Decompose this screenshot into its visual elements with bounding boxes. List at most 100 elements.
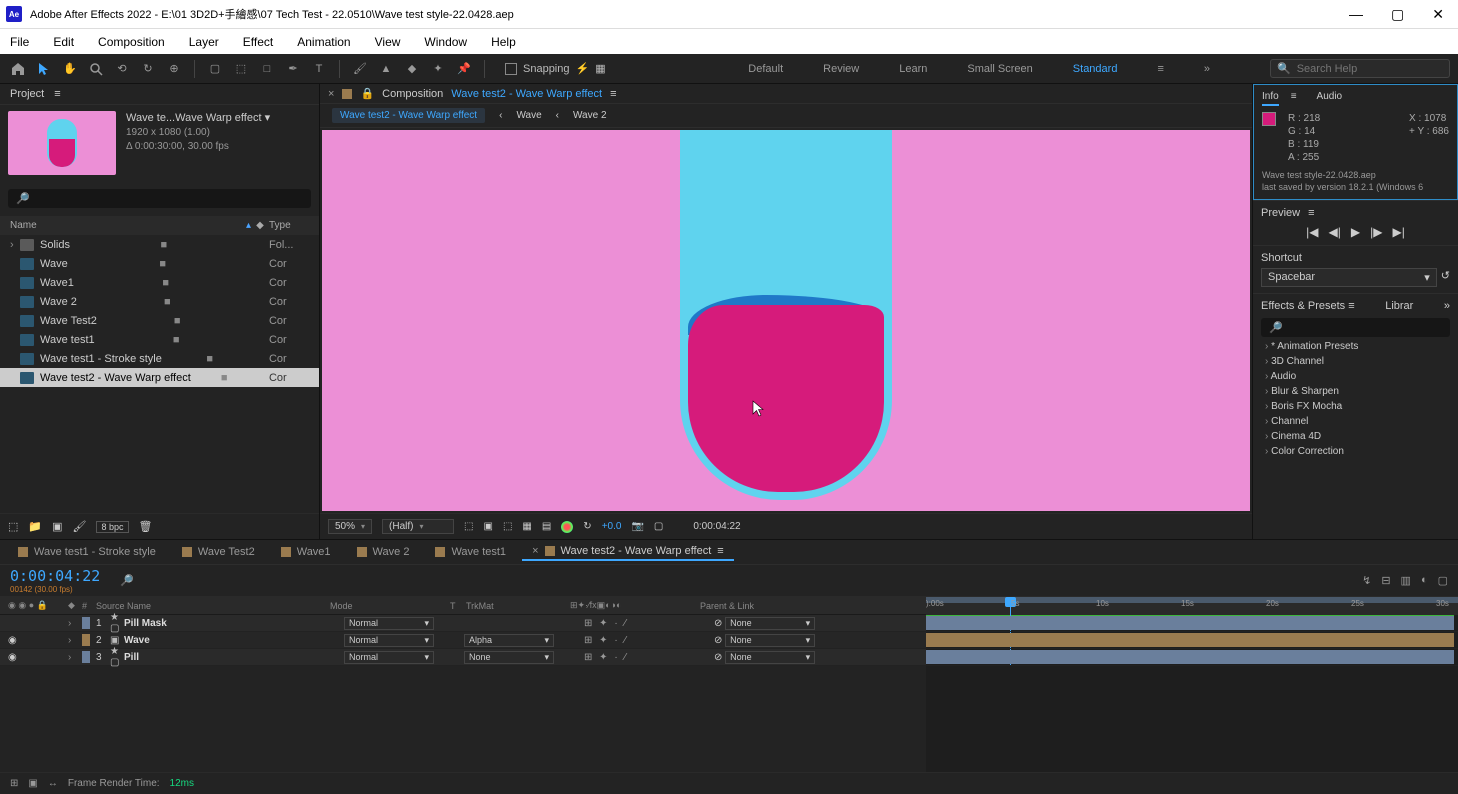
rect-shape-icon[interactable]: ⬚ (231, 59, 251, 79)
tl-motion-blur-icon[interactable]: ◐ (1421, 574, 1428, 587)
toggle-inout-icon[interactable]: ↔ (48, 778, 58, 789)
reset-exposure-icon[interactable]: ↻ (583, 521, 591, 532)
menu-animation[interactable]: Animation (297, 35, 350, 49)
selection-tool-icon[interactable] (34, 59, 54, 79)
menu-composition[interactable]: Composition (98, 35, 165, 49)
tl-frame-blend-icon[interactable]: ▥ (1401, 574, 1411, 587)
orbit-tool-icon[interactable]: ⟲ (112, 59, 132, 79)
col-mode[interactable]: Mode (330, 601, 450, 611)
zoom-tool-icon[interactable] (86, 59, 106, 79)
workspace-review[interactable]: Review (823, 63, 859, 75)
project-item[interactable]: Wave test1■Cor (0, 330, 319, 349)
tl-shy-icon[interactable]: ↯ (1362, 574, 1371, 587)
toggle-modes-icon[interactable]: ▣ (28, 778, 37, 789)
roto-brush-icon[interactable]: ✦ (428, 59, 448, 79)
grid-icon[interactable]: ▦ (522, 521, 531, 532)
snapshot-icon[interactable]: 📷 (631, 521, 643, 532)
type-tool-icon[interactable]: T (309, 59, 329, 79)
timeline-tab[interactable]: Wave test1 (425, 544, 516, 560)
timeline-tracks[interactable]: ):00s5s10s15s20s25s30s (926, 597, 1458, 772)
menu-help[interactable]: Help (491, 35, 516, 49)
project-item[interactable]: Wave Test2■Cor (0, 311, 319, 330)
rotate-tool-icon[interactable]: ↻ (138, 59, 158, 79)
project-item[interactable]: ›Solids■Fol... (0, 235, 319, 254)
effects-search[interactable]: 🔎 (1261, 318, 1450, 337)
zoom-dropdown[interactable]: 50%▾ (328, 519, 372, 534)
timeline-layer-row[interactable]: ◉›3★ ▢PillNormal▾None▾⊞ ✦ · ⁄⊘ None▾ (0, 649, 926, 666)
timeline-tab[interactable]: Wave1 (271, 544, 341, 560)
project-item[interactable]: Wave test2 - Wave Warp effect■Cor (0, 368, 319, 387)
home-icon[interactable] (8, 59, 28, 79)
timeline-tab[interactable]: Wave test1 - Stroke style (8, 544, 166, 560)
timeline-timecode[interactable]: 0:00:04:22 (10, 567, 100, 585)
timeline-ruler[interactable]: ):00s5s10s15s20s25s30s (926, 597, 1458, 615)
adjust-icon[interactable]: 🖌 (73, 520, 87, 533)
workspace-default[interactable]: Default (748, 63, 783, 75)
menu-edit[interactable]: Edit (53, 35, 74, 49)
effects-category[interactable]: Channel (1261, 414, 1450, 429)
effects-category[interactable]: Blur & Sharpen (1261, 384, 1450, 399)
guides-icon[interactable]: ▤ (542, 521, 551, 532)
snapping-options-icon[interactable]: ⚡ (576, 62, 590, 75)
composition-viewer[interactable] (322, 130, 1250, 511)
effects-category[interactable]: Boris FX Mocha (1261, 399, 1450, 414)
snapping-grid-icon[interactable]: ▦ (595, 62, 605, 75)
panel-menu-icon[interactable]: ≡ (610, 88, 616, 100)
col-source-name[interactable]: Source Name (96, 601, 330, 611)
comp-active-name[interactable]: Wave test2 - Wave Warp effect (451, 88, 602, 100)
rect-mask-icon[interactable]: ▢ (205, 59, 225, 79)
color-mgmt-icon[interactable] (561, 521, 573, 533)
toggle-switches-icon[interactable]: ⊞ (10, 778, 18, 789)
workspace-menu-icon[interactable]: ≡ (1157, 63, 1163, 75)
maximize-button[interactable]: ▢ (1391, 6, 1404, 23)
workspace-overflow-icon[interactable]: » (1204, 63, 1210, 75)
layer-bar[interactable] (926, 650, 1454, 664)
crumb-active[interactable]: Wave test2 - Wave Warp effect (332, 108, 485, 123)
track-row[interactable] (926, 649, 1458, 666)
effects-category[interactable]: Cinema 4D (1261, 429, 1450, 444)
project-item[interactable]: Wave■Cor (0, 254, 319, 273)
effects-category[interactable]: Audio (1261, 369, 1450, 384)
project-item[interactable]: Wave test1 - Stroke style■Cor (0, 349, 319, 368)
track-row[interactable] (926, 632, 1458, 649)
hand-tool-icon[interactable]: ✋ (60, 59, 80, 79)
layer-bar[interactable] (926, 633, 1454, 647)
track-row[interactable] (926, 615, 1458, 632)
prev-frame-icon[interactable]: ◀| (1329, 225, 1341, 239)
tl-graph-editor-icon[interactable]: ▢ (1438, 574, 1448, 587)
search-help-input[interactable]: 🔍 (1270, 59, 1450, 78)
pan-behind-icon[interactable]: ⊕ (164, 59, 184, 79)
timeline-tab[interactable]: × Wave test2 - Wave Warp effect ≡ (522, 543, 734, 561)
overflow-icon[interactable]: » (1444, 300, 1450, 312)
col-name[interactable]: Name (10, 220, 246, 231)
bpc-toggle[interactable]: 8 bpc (96, 521, 128, 533)
layer-bar[interactable] (926, 616, 1454, 630)
panel-menu-icon[interactable]: ≡ (54, 88, 60, 100)
project-search[interactable]: 🔎 (8, 189, 311, 208)
toggle-mask-icon[interactable]: ▣ (483, 521, 492, 532)
col-trkmat[interactable]: TrkMat (466, 601, 570, 611)
crumb-wave2[interactable]: Wave 2 (573, 110, 607, 121)
menu-layer[interactable]: Layer (189, 35, 219, 49)
tl-collapse-icon[interactable]: ⊟ (1381, 574, 1390, 587)
region-icon[interactable]: ⬚ (503, 521, 512, 532)
audio-tab[interactable]: Audio (1317, 91, 1343, 106)
menu-window[interactable]: Window (424, 35, 467, 49)
trash-icon[interactable]: 🗑 (139, 520, 153, 533)
close-panel-icon[interactable]: × (328, 88, 334, 100)
menu-effect[interactable]: Effect (243, 35, 273, 49)
project-tab[interactable]: Project ≡ (0, 84, 319, 105)
lock-icon[interactable]: 🔒 (360, 87, 374, 100)
search-help-field[interactable] (1297, 63, 1443, 75)
effects-category[interactable]: * Animation Presets (1261, 339, 1450, 354)
reset-shortcut-icon[interactable]: ↺ (1441, 269, 1450, 282)
current-time-display[interactable]: 0:00:04:22 (693, 521, 740, 532)
workspace-smallscreen[interactable]: Small Screen (967, 63, 1032, 75)
menu-view[interactable]: View (375, 35, 401, 49)
project-item[interactable]: Wave1■Cor (0, 273, 319, 292)
libraries-tab[interactable]: Librar (1385, 300, 1413, 312)
info-tab[interactable]: Info (1262, 91, 1279, 106)
workspace-standard[interactable]: Standard (1073, 63, 1118, 75)
close-button[interactable]: ✕ (1432, 6, 1444, 23)
timeline-tab[interactable]: Wave 2 (347, 544, 420, 560)
